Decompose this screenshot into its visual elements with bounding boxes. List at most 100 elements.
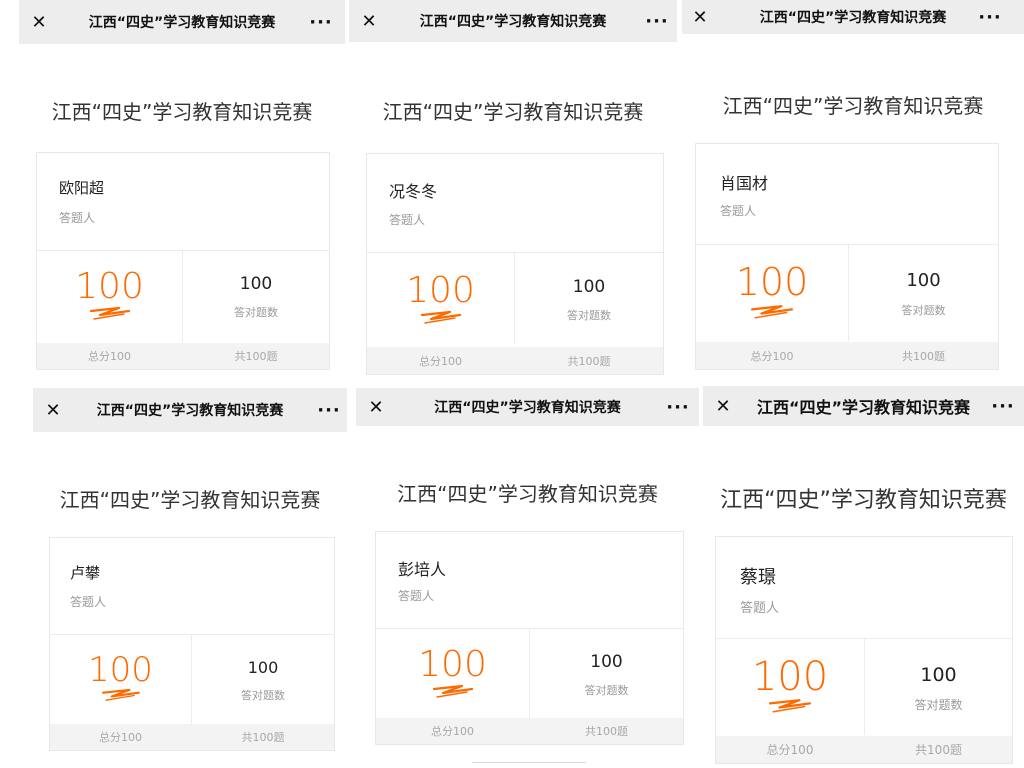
page-title: 江西“四史”学习教育知识竞赛 bbox=[722, 94, 984, 118]
respondent-section: 蔡璟 答题人 bbox=[716, 537, 1012, 639]
score-cell: 100 bbox=[696, 244, 849, 341]
respondent-name: 蔡璟 bbox=[740, 567, 776, 588]
page-title: 江西“四史”学习教育知识竞赛 bbox=[397, 482, 658, 506]
correct-count: 100 bbox=[920, 664, 957, 686]
page-title: 江西“四史”学习教育知识竞赛 bbox=[59, 488, 321, 512]
result-card: 肖国材 答题人 100 100 答对题数 总分100 共100题 bbox=[695, 143, 999, 370]
nav-title: 江西“四史”学习教育知识竞赛 bbox=[96, 403, 284, 419]
correct-count: 100 bbox=[572, 277, 606, 297]
respondent-label: 答题人 bbox=[740, 601, 780, 616]
score-value: 100 bbox=[75, 266, 144, 307]
total-questions: 共100题 bbox=[902, 349, 945, 363]
total-score: 总分100 bbox=[88, 350, 131, 363]
score-cell: 100 bbox=[367, 252, 515, 344]
summary-footer: 总分100 共100题 bbox=[376, 718, 683, 744]
result-panel: ✕ 江西“四史”学习教育知识竞赛 ··· 江西“四史”学习教育知识竞赛 肖国材 … bbox=[682, 0, 1024, 378]
close-icon[interactable]: ✕ bbox=[688, 0, 712, 34]
summary-footer: 总分100 共100题 bbox=[716, 736, 1012, 763]
score-section: 100 100 答对题数 bbox=[376, 628, 683, 718]
nav-title: 江西“四史”学习教育知识竞赛 bbox=[759, 10, 947, 26]
correct-label: 答对题数 bbox=[567, 309, 611, 322]
total-questions: 共100题 bbox=[234, 350, 278, 363]
respondent-label: 答题人 bbox=[720, 204, 757, 218]
close-icon[interactable]: ✕ bbox=[27, 0, 51, 44]
respondent-section: 肖国材 答题人 bbox=[696, 144, 998, 245]
more-icon[interactable]: ··· bbox=[645, 0, 669, 42]
navbar: ✕ 江西“四史”学习教育知识竞赛 ··· bbox=[682, 0, 1024, 34]
score-cell: 100 bbox=[716, 638, 865, 735]
correct-cell: 100 答对题数 bbox=[192, 634, 334, 724]
respondent-section: 彭培人 答题人 bbox=[376, 532, 683, 629]
navbar: ✕ 江西“四史”学习教育知识竞赛 ··· bbox=[703, 386, 1024, 426]
total-questions: 共100题 bbox=[241, 731, 285, 744]
score-underline-mark bbox=[101, 688, 140, 701]
respondent-label: 答题人 bbox=[389, 213, 426, 227]
more-icon[interactable]: ··· bbox=[317, 388, 341, 432]
summary-footer: 总分100 共100题 bbox=[50, 724, 334, 750]
score-value: 100 bbox=[88, 650, 153, 690]
correct-cell: 100 答对题数 bbox=[865, 638, 1012, 735]
correct-cell: 100 答对题数 bbox=[849, 244, 998, 341]
correct-cell: 100 答对题数 bbox=[183, 250, 329, 342]
score-section: 100 100 答对题数 bbox=[37, 250, 329, 342]
correct-label: 答对题数 bbox=[901, 304, 946, 317]
navbar: ✕ 江西“四史”学习教育知识竞赛 ··· bbox=[349, 0, 677, 42]
correct-cell: 100 答对题数 bbox=[515, 252, 663, 344]
close-icon[interactable]: ✕ bbox=[357, 0, 381, 42]
result-card: 况冬冬 答题人 100 100 答对题数 总分100 共100题 bbox=[366, 153, 664, 375]
result-card: 欧阳超 答题人 100 100 答对题数 总分100 共100题 bbox=[36, 152, 330, 370]
correct-count: 100 bbox=[590, 652, 623, 672]
more-icon[interactable]: ··· bbox=[991, 386, 1015, 426]
correct-label: 答对题数 bbox=[584, 684, 629, 697]
close-icon[interactable]: ✕ bbox=[41, 388, 65, 432]
score-section: 100 100 答对题数 bbox=[50, 634, 334, 724]
more-icon[interactable]: ··· bbox=[666, 388, 690, 426]
total-score: 总分100 bbox=[99, 731, 142, 744]
total-score: 总分100 bbox=[419, 354, 462, 368]
result-card: 彭培人 答题人 100 100 答对题数 总分100 共100题 bbox=[375, 531, 684, 745]
total-score: 总分100 bbox=[766, 743, 814, 757]
close-icon[interactable]: ✕ bbox=[711, 386, 735, 426]
respondent-section: 卢攀 答题人 bbox=[50, 538, 334, 635]
correct-count: 100 bbox=[247, 658, 279, 677]
score-value: 100 bbox=[418, 644, 487, 685]
result-panel: ✕ 江西“四史”学习教育知识竞赛 ··· 江西“四史”学习教育知识竞赛 蔡璟 答… bbox=[703, 386, 1024, 768]
respondent-name: 卢攀 bbox=[70, 564, 101, 582]
result-card: 蔡璟 答题人 100 100 答对题数 总分100 共100题 bbox=[715, 536, 1013, 764]
nav-title: 江西“四史”学习教育知识竞赛 bbox=[434, 400, 621, 416]
nav-title: 江西“四史”学习教育知识竞赛 bbox=[88, 15, 276, 31]
correct-count: 100 bbox=[906, 270, 941, 291]
score-underline-mark bbox=[432, 684, 473, 698]
result-panel: ✕ 江西“四史”学习教育知识竞赛 ··· 江西“四史”学习教育知识竞赛 欧阳超 … bbox=[19, 0, 345, 372]
score-underline-mark bbox=[768, 699, 812, 713]
page-title: 江西“四史”学习教育知识竞赛 bbox=[51, 100, 313, 124]
score-value: 100 bbox=[406, 270, 475, 311]
correct-label: 答对题数 bbox=[241, 689, 285, 702]
summary-footer: 总分100 共100题 bbox=[37, 343, 329, 369]
nav-title: 江西“四史”学习教育知识竞赛 bbox=[756, 398, 971, 417]
total-questions: 共100题 bbox=[567, 354, 611, 368]
page-title: 江西“四史”学习教育知识竞赛 bbox=[720, 488, 1007, 513]
total-score: 总分100 bbox=[431, 725, 474, 738]
total-score: 总分100 bbox=[750, 349, 794, 363]
score-section: 100 100 答对题数 bbox=[716, 638, 1012, 735]
close-icon[interactable]: ✕ bbox=[364, 388, 388, 426]
result-panel: ✕ 江西“四史”学习教育知识竞赛 ··· 江西“四史”学习教育知识竞赛 卢攀 答… bbox=[33, 388, 347, 768]
result-panel: ✕ 江西“四史”学习教育知识竞赛 ··· 江西“四史”学习教育知识竞赛 况冬冬 … bbox=[349, 0, 677, 377]
bottom-divider bbox=[472, 762, 586, 763]
respondent-section: 况冬冬 答题人 bbox=[367, 154, 663, 253]
more-icon[interactable]: ··· bbox=[309, 0, 333, 44]
correct-cell: 100 答对题数 bbox=[530, 628, 683, 718]
score-section: 100 100 答对题数 bbox=[367, 252, 663, 344]
score-underline-mark bbox=[750, 305, 794, 319]
respondent-label: 答题人 bbox=[59, 211, 96, 225]
respondent-name: 彭培人 bbox=[398, 560, 447, 579]
correct-count: 100 bbox=[239, 274, 273, 294]
respondent-name: 况冬冬 bbox=[389, 182, 438, 201]
more-icon[interactable]: ··· bbox=[978, 0, 1002, 34]
summary-footer: 总分100 共100题 bbox=[696, 342, 998, 369]
navbar: ✕ 江西“四史”学习教育知识竞赛 ··· bbox=[33, 388, 347, 432]
respondent-name: 肖国材 bbox=[720, 174, 769, 193]
page-title: 江西“四史”学习教育知识竞赛 bbox=[382, 100, 644, 124]
respondent-name: 欧阳超 bbox=[59, 179, 105, 197]
